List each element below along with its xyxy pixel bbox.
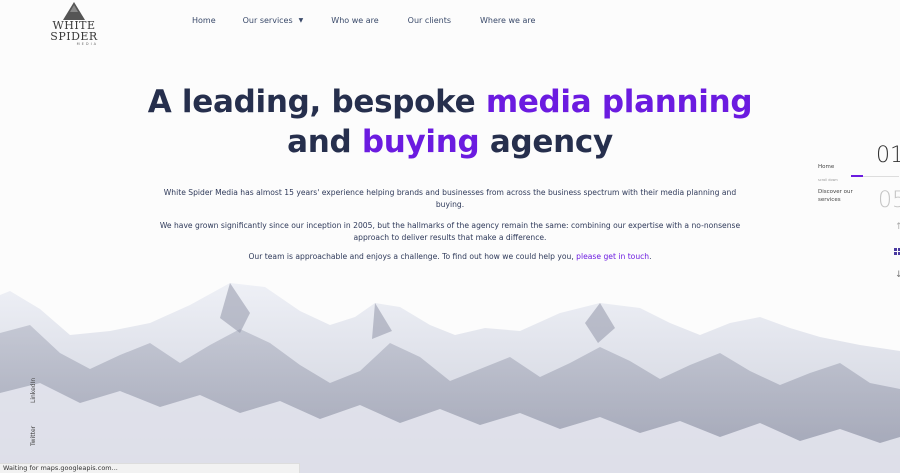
section-indicator: Home scroll down 01 Discover our service… [805,140,900,290]
mountain-background [0,283,900,473]
hero-heading: A leading, bespoke media planning and bu… [0,82,900,162]
nav-clients-label: Our clients [407,16,451,25]
section-total-number: 05 [878,188,900,213]
social-twitter-link[interactable]: Twitter [30,426,37,446]
main-nav: Home Our services ▼ Who we are Our clien… [180,16,535,25]
intro-paragraph-3-text: Our team is approachable and enjoys a ch… [248,252,577,261]
nav-our-services[interactable]: Our services ▼ [243,16,304,25]
intro-paragraph-1: White Spider Media has almost 15 years' … [163,188,737,209]
nav-our-clients[interactable]: Our clients [408,16,451,25]
logo-line-2: SPIDER [50,30,98,43]
nav-where-label: Where we are [480,16,536,25]
logo[interactable]: WHITE SPIDER MEDIA [48,2,100,47]
nav-home[interactable]: Home [192,16,216,25]
hero-title-part-3: agency [479,124,613,160]
hero-title-part-2: and [287,124,362,160]
hero-title-accent-2: buying [361,124,480,160]
arrow-down-icon[interactable]: ↓ [895,270,900,280]
hero-title-accent-1: media planning [485,84,753,120]
intro-paragraph-3: Our team is approachable and enjoys a ch… [150,251,750,263]
intro-paragraph-2: We have grown significantly since our in… [159,221,741,242]
social-linkedin-link[interactable]: LinkedIn [30,378,37,403]
section-progress-fill [851,175,863,177]
chevron-down-icon: ▼ [298,17,304,24]
nav-services-label: Our services [242,16,293,25]
grid-menu-icon[interactable] [894,248,900,256]
intro-paragraph-3-end: . [649,252,652,261]
nav-who-label: Who we are [331,16,379,25]
section-current-label[interactable]: Home [818,163,834,171]
nav-home-label: Home [192,16,216,25]
hero-title-part-1: A leading, bespoke [147,84,486,120]
contact-link[interactable]: please get in touch [576,252,649,261]
section-next-label[interactable]: Discover our services [818,188,863,204]
spider-mountain-icon [63,2,85,20]
scroll-hint: scroll down [818,178,838,182]
browser-status-bar: Waiting for maps.googleapis.com... [0,463,300,473]
nav-where-we-are[interactable]: Where we are [480,16,535,25]
nav-who-we-are[interactable]: Who we are [331,16,378,25]
arrow-up-icon[interactable]: ↑ [895,222,900,232]
section-current-number: 01 [876,143,900,168]
